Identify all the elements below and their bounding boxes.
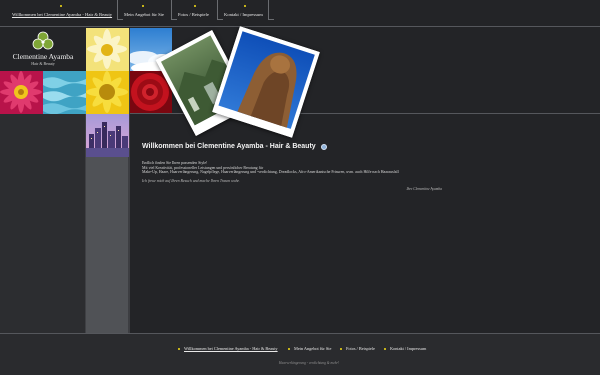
nav-bullet-icon <box>142 5 144 7</box>
footer-link-label: Mein Angebot für Sie <box>294 346 332 351</box>
nav-link-label: Kontakt / Impressum <box>224 12 263 17</box>
rock-statue-photo <box>212 26 320 138</box>
nav-link-label: Willkommen bei Clementine Ayamba - Hair … <box>12 12 113 17</box>
footer-link-label: Kontakt / Impressum <box>390 346 427 351</box>
footer-link-offer[interactable]: Mein Angebot für Sie <box>288 346 331 351</box>
nav-bullet-icon <box>244 5 246 7</box>
page-title-text: Willkommen bei Clementine Ayamba - Hair … <box>142 143 316 150</box>
nav-separator <box>171 0 177 20</box>
water-tile <box>43 71 86 114</box>
footer-link-home[interactable]: Willkommen bei Clementine Ayamba - Hair … <box>178 346 278 351</box>
nav-bullet-icon <box>194 5 196 7</box>
nav-link-label: Mein Angebot für Sie <box>124 12 164 17</box>
nav-link-label: Fotos / Beispiele <box>178 12 209 17</box>
footer-bullet-icon <box>384 348 386 351</box>
nav-separator <box>217 0 223 20</box>
closing-line: Ich freue mich auf Ihren Besuch und mach… <box>142 178 240 183</box>
logo[interactable]: Clementine Ayamba Hair & Beauty <box>0 28 86 70</box>
footer-link-label: Willkommen bei Clementine Ayamba - Hair … <box>184 346 278 351</box>
footer-link-label: Fotos / Beispiele <box>346 346 375 351</box>
nav-separator <box>268 0 274 20</box>
footer-tagline: Haarverlängerung - verdichtung & mehr! <box>278 361 340 365</box>
page-title: Willkommen bei Clementine Ayamba - Hair … <box>142 143 442 150</box>
yellow-flower-tile <box>86 28 129 71</box>
info-icon[interactable] <box>320 143 327 150</box>
footer-link-photos[interactable]: Fotos / Beispiele <box>340 346 375 351</box>
top-navigation: Willkommen bei Clementine Ayamba - Hair … <box>0 0 600 27</box>
sunflower-tile <box>86 71 129 114</box>
footer-bullet-icon <box>340 348 342 351</box>
logo-subtitle: Hair & Beauty <box>31 61 55 66</box>
footer-link-contact[interactable]: Kontakt / Impressum <box>384 346 426 351</box>
nav-bullet-icon <box>60 5 62 7</box>
left-column-strip <box>86 157 129 333</box>
nav-link-home[interactable]: Willkommen bei Clementine Ayamba - Hair … <box>12 0 112 27</box>
signature: Ihre Clementine Ayamba <box>406 186 442 191</box>
intro-paragraph: Endlich finden Sie Ihren passenden Style… <box>142 161 442 175</box>
column-divider <box>129 28 130 333</box>
trefoil-logo-icon <box>32 31 54 50</box>
intro-line: Make-Up, Haare, Haarverlängerung, Nagelp… <box>142 170 399 175</box>
red-flower-tile <box>0 71 43 114</box>
city-night-tile <box>86 114 129 157</box>
left-panel <box>0 114 86 333</box>
footer-bullet-icon <box>178 348 180 351</box>
footer-navigation: Willkommen bei Clementine Ayamba - Hair … <box>0 346 600 354</box>
main-content: Willkommen bei Clementine Ayamba - Hair … <box>142 143 442 191</box>
nav-link-contact[interactable]: Kontakt / Impressum <box>224 0 263 27</box>
nav-link-offer[interactable]: Mein Angebot für Sie <box>124 0 164 27</box>
logo-name: Clementine Ayamba <box>12 52 74 61</box>
footer: Willkommen bei Clementine Ayamba - Hair … <box>0 333 600 375</box>
nav-link-photos[interactable]: Fotos / Beispiele <box>178 0 209 27</box>
nav-separator <box>117 0 123 20</box>
footer-bullet-icon <box>288 348 290 351</box>
